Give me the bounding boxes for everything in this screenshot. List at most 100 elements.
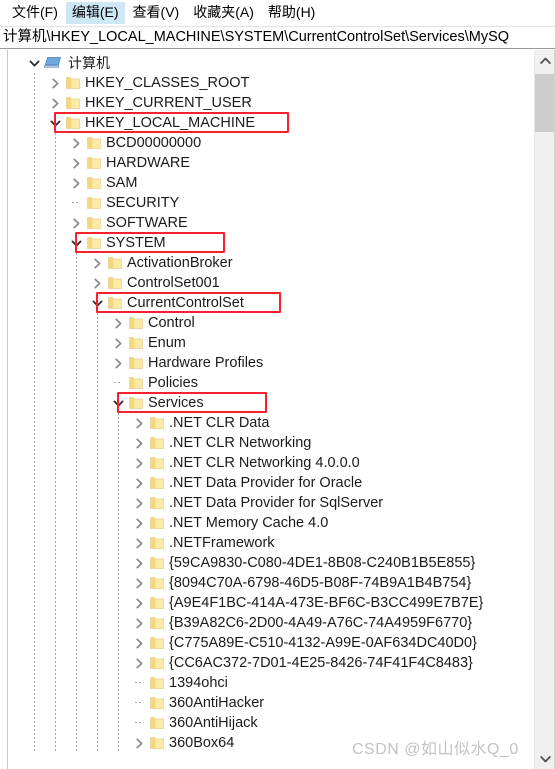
tree-item[interactable]: {59CA9830-C080-4DE1-8B08-C240B1B5E855} [0,553,517,573]
tree-item[interactable]: 360AntiHijack [0,713,517,733]
tree-item[interactable]: ControlSet001 [0,273,517,293]
chevron-right-icon[interactable] [68,173,85,193]
tree-item-label: Services [148,395,204,411]
chevron-down-icon[interactable] [89,293,106,313]
tree-item[interactable]: HKEY_CURRENT_USER [0,93,517,113]
registry-editor-window: 文件(F) 编辑(E) 查看(V) 收藏夹(A) 帮助(H) 计算机\HKEY_LOCA… [0,0,555,769]
chevron-down-icon[interactable] [47,113,64,133]
tree-item[interactable]: .NET CLR Networking 4.0.0.0 [0,453,517,473]
tree-item[interactable]: .NET CLR Data [0,413,517,433]
folder-icon [127,313,145,333]
tree-item[interactable]: 360AntiHacker [0,693,517,713]
tree-item[interactable]: .NET Memory Cache 4.0 [0,513,517,533]
chevron-right-icon[interactable] [131,553,148,573]
chevron-down-icon[interactable] [68,233,85,253]
chevron-right-icon[interactable] [131,733,148,753]
folder-icon [85,133,103,153]
menu-item-3[interactable]: 收藏夹(A) [187,2,260,24]
folder-icon [127,333,145,353]
registry-tree-pane[interactable]: 计算机 HKEY_CLASSES_ROOT HKEY_CURRENT_USER HKE… [0,50,555,769]
tree-item[interactable]: Enum [0,333,517,353]
folder-icon [85,153,103,173]
vertical-scrollbar[interactable] [534,50,555,769]
tree-item[interactable]: 1394ohci [0,673,517,693]
chevron-right-icon[interactable] [131,453,148,473]
chevron-right-icon[interactable] [131,633,148,653]
tree-item[interactable]: {CC6AC372-7D01-4E25-8426-74F41F4C8483} [0,653,517,673]
chevron-right-icon[interactable] [131,533,148,553]
chevron-right-icon[interactable] [131,513,148,533]
chevron-right-icon[interactable] [131,473,148,493]
tree-item-label: .NET CLR Networking 4.0.0.0 [169,455,360,471]
menu-item-0[interactable]: 文件(F) [6,2,64,24]
tree-item[interactable]: {C775A89E-C510-4132-A99E-0AF634DC40D0} [0,633,517,653]
chevron-right-icon[interactable] [110,333,127,353]
tree-item-label: CurrentControlSet [127,295,244,311]
chevron-right-icon[interactable] [110,353,127,373]
chevron-right-icon[interactable] [131,593,148,613]
tree-item[interactable]: SOFTWARE [0,213,517,233]
tree-leaf-connector [131,693,148,713]
chevron-right-icon[interactable] [131,653,148,673]
chevron-right-icon[interactable] [131,413,148,433]
tree-item[interactable]: ActivationBroker [0,253,517,273]
scroll-down-arrow-icon[interactable] [535,748,555,769]
chevron-right-icon[interactable] [47,93,64,113]
chevron-right-icon[interactable] [110,313,127,333]
tree-item[interactable]: .NETFramework [0,533,517,553]
tree-item-label: SAM [106,175,138,191]
folder-icon [85,173,103,193]
tree-leaf-connector [131,673,148,693]
tree-item[interactable]: .NET CLR Networking [0,433,517,453]
tree-item[interactable]: .NET Data Provider for Oracle [0,473,517,493]
tree-item[interactable]: Policies [0,373,517,393]
tree-item[interactable]: CurrentControlSet [0,293,517,313]
chevron-right-icon[interactable] [68,133,85,153]
chevron-right-icon[interactable] [47,73,64,93]
chevron-right-icon[interactable] [131,493,148,513]
tree-item[interactable]: Services [0,393,517,413]
chevron-right-icon[interactable] [68,153,85,173]
tree-item-label: 360AntiHijack [169,715,258,731]
address-bar[interactable]: 计算机\HKEY_LOCAL_MACHINE\SYSTEM\CurrentCon… [0,26,555,49]
chevron-right-icon[interactable] [131,573,148,593]
scrollbar-thumb[interactable] [535,74,555,132]
tree-item[interactable]: Hardware Profiles [0,353,517,373]
chevron-right-icon[interactable] [89,253,106,273]
chevron-right-icon[interactable] [131,433,148,453]
tree-item-label: BCD00000000 [106,135,202,151]
tree-item[interactable]: {B39A82C6-2D00-4A49-A76C-74A4959F6770} [0,613,517,633]
folder-icon [148,713,166,733]
folder-icon [148,453,166,473]
tree-item[interactable]: SAM [0,173,517,193]
chevron-down-icon[interactable] [110,393,127,413]
scroll-up-arrow-icon[interactable] [535,50,555,71]
tree-item[interactable]: {8094C70A-6798-46D5-B08F-74B9A1B4B754} [0,573,517,593]
chevron-right-icon[interactable] [68,213,85,233]
menu-item-1[interactable]: 编辑(E) [65,2,125,24]
tree-item[interactable]: HARDWARE [0,153,517,173]
menu-item-2[interactable]: 查看(V) [127,2,186,24]
chevron-right-icon[interactable] [131,613,148,633]
tree-item[interactable]: SYSTEM [0,233,517,253]
tree-item[interactable]: HKEY_CLASSES_ROOT [0,73,517,93]
chevron-right-icon[interactable] [89,273,106,293]
tree-item-label: {CC6AC372-7D01-4E25-8426-74F41F4C8483} [169,655,473,671]
tree-item[interactable]: {A9E4F1BC-414A-473E-BF6C-B3CC499E7B7E} [0,593,517,613]
tree-item[interactable]: HKEY_LOCAL_MACHINE [0,113,517,133]
folder-icon [106,253,124,273]
tree-item[interactable]: .NET Data Provider for SqlServer [0,493,517,513]
tree-item[interactable]: SECURITY [0,193,517,213]
tree-item-label: HKEY_LOCAL_MACHINE [85,115,256,131]
tree-item[interactable]: Control [0,313,517,333]
folder-icon [148,473,166,493]
chevron-down-icon[interactable] [26,53,43,73]
folder-icon [148,653,166,673]
tree-item[interactable]: 计算机 [0,53,517,73]
tree-item[interactable]: BCD00000000 [0,133,517,153]
menu-item-4[interactable]: 帮助(H) [262,2,321,24]
